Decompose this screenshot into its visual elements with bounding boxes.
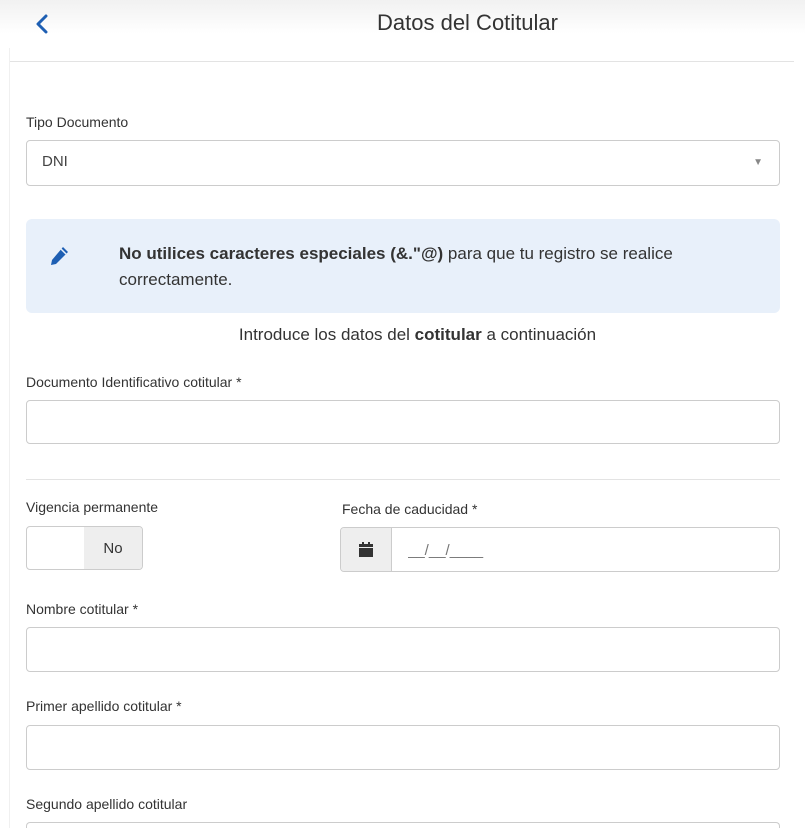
info-message: No utilices caracteres especiales (&."@)… <box>119 241 759 293</box>
caret-down-icon: ▼ <box>753 157 763 168</box>
calendar-icon <box>359 542 373 557</box>
nombre-input[interactable] <box>26 627 780 672</box>
header-divider <box>10 61 794 62</box>
intro-bold: cotitular <box>414 325 482 344</box>
info-box: No utilices caracteres especiales (&."@)… <box>26 219 780 313</box>
vigencia-label: Vigencia permanente <box>26 499 159 515</box>
tipo-documento-select[interactable]: DNI ▼ <box>26 140 780 186</box>
calendar-button[interactable] <box>341 528 392 571</box>
section-divider <box>26 479 780 480</box>
segundo-apellido-input[interactable] <box>26 822 780 828</box>
nombre-label: Nombre cotitular * <box>26 601 139 617</box>
header-bar: Datos del Cotitular <box>0 0 805 48</box>
intro-prefix: Introduce los datos del <box>238 325 415 344</box>
intro-suffix: a continuación <box>481 325 597 344</box>
fecha-caducidad-field <box>340 527 780 572</box>
primer-apellido-input[interactable] <box>26 725 780 770</box>
tipo-documento-label: Tipo Documento <box>26 114 129 130</box>
toggle-no-label: No <box>84 527 142 569</box>
documento-label: Documento Identificativo cotitular * <box>26 374 242 390</box>
primer-apellido-label: Primer apellido cotitular * <box>26 698 182 714</box>
fecha-caducidad-input[interactable] <box>392 528 779 571</box>
pencil-icon <box>51 247 68 265</box>
segundo-apellido-label: Segundo apellido cotitular <box>26 796 188 812</box>
left-edge-line <box>9 0 10 828</box>
info-bold-text: No utilices caracteres especiales (&."@) <box>119 244 444 263</box>
intro-text: Introduce los datos del cotitular a cont… <box>0 325 805 345</box>
documento-input[interactable] <box>26 400 780 444</box>
fecha-caducidad-label: Fecha de caducidad * <box>342 501 478 517</box>
page-title: Datos del Cotitular <box>377 10 558 35</box>
vigencia-toggle[interactable]: No <box>26 526 143 570</box>
tipo-documento-value: DNI <box>42 153 68 170</box>
